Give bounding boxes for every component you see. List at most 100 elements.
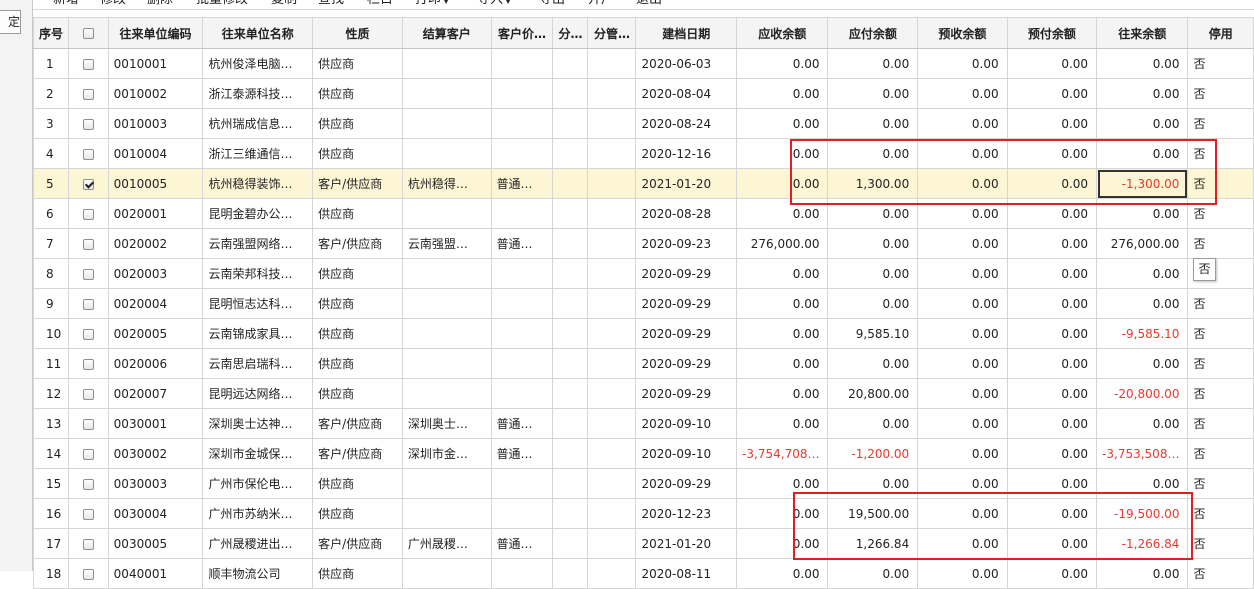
settlement-client[interactable] — [401, 78, 492, 109]
prereceived-balance[interactable]: 0.00 — [917, 48, 1008, 79]
created-date[interactable]: 2020-09-10 — [635, 408, 738, 439]
partner-balance[interactable]: 0.00 — [1096, 48, 1189, 79]
partner-balance[interactable]: 0.00 — [1096, 138, 1189, 169]
row-checkbox[interactable] — [68, 138, 109, 169]
receivable-balance[interactable]: 0.00 — [736, 528, 829, 559]
disabled-flag[interactable]: 否 — [1187, 288, 1254, 319]
row-checkbox[interactable] — [68, 318, 109, 349]
category-cell[interactable] — [552, 408, 589, 439]
copy-button[interactable]: 复制 — [271, 0, 297, 9]
receivable-balance[interactable]: 0.00 — [736, 78, 829, 109]
row-index[interactable]: 14 — [32, 438, 70, 469]
table-row[interactable]: 4 0010004 浙江三维通信… 供应商 2020-12-16 0.00 0.00 0.00… — [32, 138, 1254, 169]
row-checkbox-icon[interactable] — [82, 478, 94, 490]
row-index[interactable]: 1 — [32, 48, 70, 79]
receivable-balance[interactable]: 0.00 — [736, 378, 829, 409]
row-checkbox-icon[interactable] — [82, 358, 94, 370]
client-price[interactable] — [490, 348, 554, 379]
partner-type[interactable]: 供应商 — [312, 258, 403, 289]
row-index[interactable]: 18 — [32, 558, 70, 589]
receivable-balance[interactable]: 0.00 — [736, 138, 829, 169]
prepaid-balance[interactable]: 0.00 — [1006, 78, 1098, 109]
receivable-balance[interactable]: -3,754,708… — [736, 438, 829, 469]
prepaid-balance[interactable]: 0.00 — [1006, 108, 1098, 139]
created-date[interactable]: 2020-09-29 — [635, 348, 738, 379]
payable-balance[interactable]: 0.00 — [827, 348, 919, 379]
partner-type[interactable]: 供应商 — [312, 78, 403, 109]
settlement-client[interactable] — [401, 198, 492, 229]
col-header-price[interactable]: 客户价… — [490, 17, 554, 49]
partner-name[interactable]: 深圳奥士达神… — [202, 408, 314, 439]
prepaid-balance[interactable]: 0.00 — [1006, 348, 1098, 379]
manager-cell[interactable] — [587, 198, 637, 229]
col-header-type[interactable]: 性质 — [312, 17, 403, 49]
payable-balance[interactable]: 9,585.10 — [827, 318, 919, 349]
payable-balance[interactable]: 0.00 — [827, 468, 919, 499]
manager-cell[interactable] — [587, 168, 637, 199]
partner-name[interactable]: 杭州稳得装饰… — [202, 168, 314, 199]
client-price[interactable] — [490, 378, 554, 409]
find-button[interactable]: 查找 — [318, 0, 344, 9]
prepaid-balance[interactable]: 0.00 — [1006, 288, 1098, 319]
created-date[interactable]: 2020-08-04 — [635, 78, 738, 109]
prereceived-balance[interactable]: 0.00 — [917, 528, 1008, 559]
row-checkbox[interactable] — [68, 438, 109, 469]
partner-balance[interactable]: -20,800.00 — [1096, 378, 1189, 409]
category-cell[interactable] — [552, 348, 589, 379]
prereceived-balance[interactable]: 0.00 — [917, 138, 1008, 169]
partner-balance[interactable]: -3,753,508… — [1096, 438, 1189, 469]
created-date[interactable]: 2021-01-20 — [635, 528, 738, 559]
prereceived-balance[interactable]: 0.00 — [917, 78, 1008, 109]
table-row[interactable]: 8 0020003 云南荣邦科技… 供应商 2020-09-29 0.00 0.00 0.00… — [32, 258, 1254, 289]
manager-cell[interactable] — [587, 498, 637, 529]
row-checkbox-icon[interactable] — [82, 238, 94, 250]
receivable-balance[interactable]: 0.00 — [736, 348, 829, 379]
disabled-flag[interactable]: 否 — [1187, 438, 1254, 469]
table-row[interactable]: 17 0030005 广州晟稷进出… 客户/供应商 广州晟稷… 普通… 2021-01-20… — [32, 528, 1254, 559]
row-checkbox[interactable] — [68, 528, 109, 559]
partner-type[interactable]: 客户/供应商 — [312, 228, 403, 259]
col-header-date[interactable]: 建档日期 — [635, 17, 738, 49]
client-price[interactable] — [490, 288, 554, 319]
partner-type[interactable]: 供应商 — [312, 498, 403, 529]
table-row[interactable]: 11 0020006 云南思启瑞科… 供应商 2020-09-29 0.00 0.00 0.0… — [32, 348, 1254, 379]
partner-name[interactable]: 云南强盟网络… — [202, 228, 314, 259]
manager-cell[interactable] — [587, 78, 637, 109]
payable-balance[interactable]: -1,200.00 — [827, 438, 919, 469]
settlement-client[interactable]: 云南强盟… — [401, 228, 492, 259]
row-checkbox[interactable] — [68, 348, 109, 379]
partner-balance[interactable]: 0.00 — [1096, 78, 1189, 109]
partner-type[interactable]: 客户/供应商 — [312, 168, 403, 199]
created-date[interactable]: 2020-09-29 — [635, 378, 738, 409]
partner-code[interactable]: 0020007 — [107, 378, 204, 409]
exit-button[interactable]: 退出 — [636, 0, 662, 9]
disabled-flag[interactable]: 否 — [1187, 348, 1254, 379]
partner-type[interactable]: 供应商 — [312, 198, 403, 229]
partner-balance[interactable]: -9,585.10 — [1096, 318, 1189, 349]
col-header-balance[interactable]: 往来余额 — [1096, 17, 1189, 49]
row-checkbox-icon[interactable] — [82, 568, 94, 580]
row-checkbox[interactable] — [68, 408, 109, 439]
prereceived-balance[interactable]: 0.00 — [917, 468, 1008, 499]
partner-name[interactable]: 昆明远达网络… — [202, 378, 314, 409]
row-checkbox-icon[interactable] — [82, 388, 94, 400]
prereceived-balance[interactable]: 0.00 — [917, 408, 1008, 439]
col-header-f2[interactable]: 分管… — [587, 17, 637, 49]
partner-type[interactable]: 供应商 — [312, 558, 403, 589]
table-row[interactable]: 3 0010003 杭州瑞成信息… 供应商 2020-08-24 0.00 0.00 0.00… — [32, 108, 1254, 139]
category-cell[interactable] — [552, 288, 589, 319]
payable-balance[interactable]: 0.00 — [827, 288, 919, 319]
payable-balance[interactable]: 0.00 — [827, 138, 919, 169]
created-date[interactable]: 2020-09-29 — [635, 468, 738, 499]
manager-cell[interactable] — [587, 558, 637, 589]
manager-cell[interactable] — [587, 48, 637, 79]
manager-cell[interactable] — [587, 468, 637, 499]
row-index[interactable]: 12 — [32, 378, 70, 409]
prepaid-balance[interactable]: 0.00 — [1006, 378, 1098, 409]
manager-cell[interactable] — [587, 408, 637, 439]
table-row[interactable]: 7 0020002 云南强盟网络… 客户/供应商 云南强盟… 普通… 2020-09-23 2… — [32, 228, 1254, 259]
row-checkbox[interactable] — [68, 468, 109, 499]
partner-balance[interactable]: 0.00 — [1096, 198, 1189, 229]
disabled-flag[interactable]: 否 — [1187, 138, 1254, 169]
table-row[interactable]: 1 0010001 杭州俊泽电脑… 供应商 2020-06-03 0.00 0.00 0.00… — [32, 48, 1254, 79]
